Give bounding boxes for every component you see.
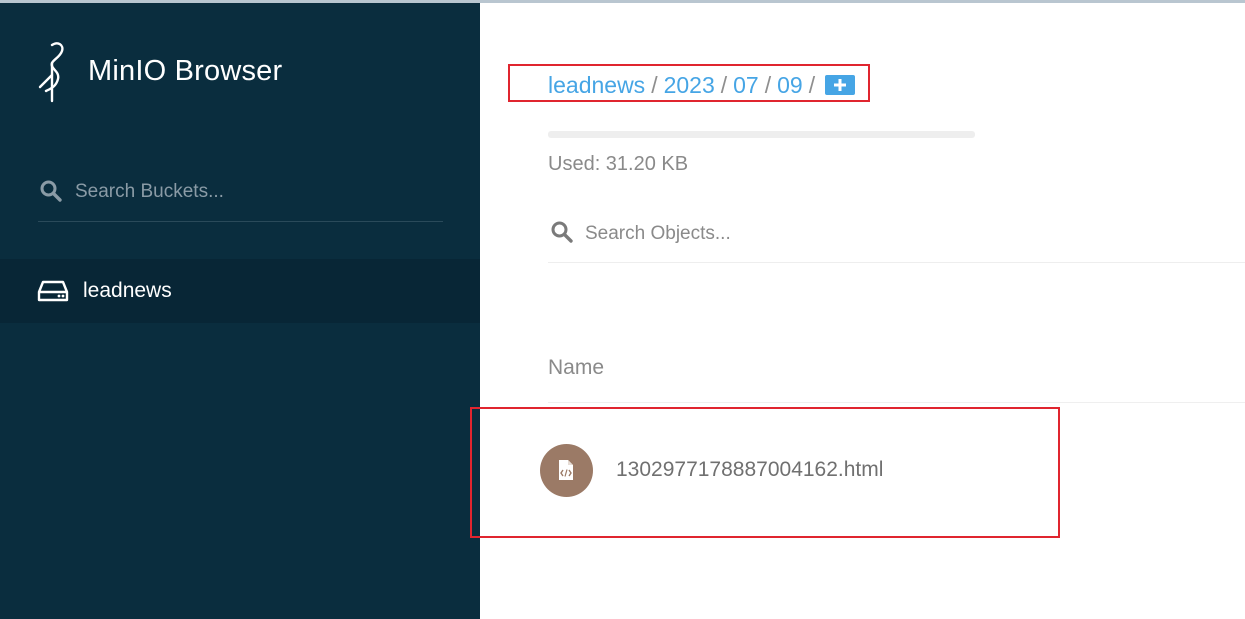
storage-usage-bar xyxy=(548,131,975,138)
sidebar: MinIO Browser Search Buckets... leadnews xyxy=(0,3,480,619)
drive-icon xyxy=(37,279,69,308)
header-divider xyxy=(548,402,1245,403)
app-title: MinIO Browser xyxy=(88,55,283,87)
sidebar-item-leadnews[interactable]: leadnews xyxy=(0,259,480,323)
search-icon xyxy=(39,179,63,208)
column-header-name[interactable]: Name xyxy=(548,356,604,380)
bucket-label: leadnews xyxy=(83,279,172,302)
annotation-highlight-box xyxy=(470,407,1060,538)
bucket-search-field[interactable]: Search Buckets... xyxy=(38,173,443,222)
annotation-highlight-box xyxy=(508,64,870,102)
minio-logo-icon xyxy=(36,41,70,105)
storage-used-text: Used: 31.20 KB xyxy=(548,153,689,175)
search-icon xyxy=(550,220,574,249)
bucket-search-input[interactable]: Search Buckets... xyxy=(75,181,224,203)
object-search-input[interactable]: Search Objects... xyxy=(585,223,731,245)
object-search-field[interactable]: Search Objects... xyxy=(548,214,1245,263)
